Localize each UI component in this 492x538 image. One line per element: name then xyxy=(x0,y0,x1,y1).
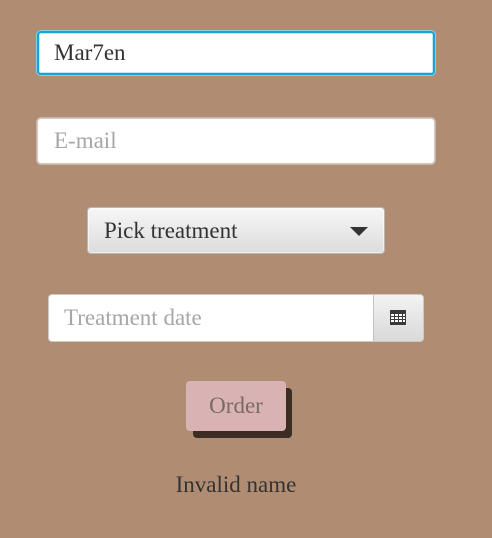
calendar-icon xyxy=(390,310,406,325)
order-button[interactable]: Order xyxy=(186,381,286,431)
treatment-select[interactable]: Pick treatment xyxy=(87,207,385,254)
email-input[interactable] xyxy=(37,118,435,164)
calendar-button[interactable] xyxy=(373,295,423,341)
treatment-select-label: Pick treatment xyxy=(104,218,238,243)
treatment-date-input[interactable] xyxy=(49,295,375,341)
name-input[interactable] xyxy=(37,31,435,75)
validation-message: Invalid name xyxy=(175,472,297,497)
date-picker xyxy=(48,294,424,342)
chevron-down-icon xyxy=(350,227,368,236)
